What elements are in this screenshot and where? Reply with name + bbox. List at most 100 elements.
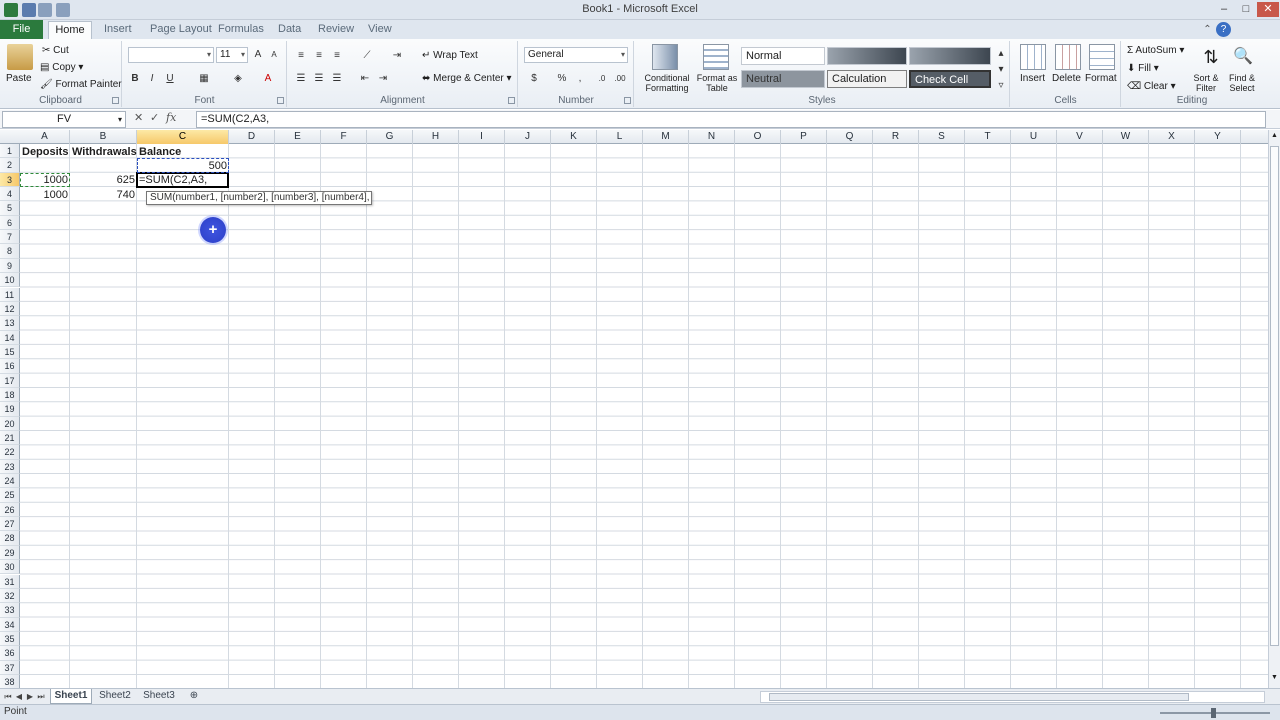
row-header-7[interactable]: 7 [0, 230, 20, 245]
bold-button[interactable]: B [128, 72, 142, 86]
next-sheet-icon[interactable]: ▶ [25, 691, 35, 703]
column-header-k[interactable]: K [551, 130, 597, 144]
column-header-c[interactable]: C [137, 130, 229, 144]
align-center-icon[interactable]: ☰ [312, 72, 326, 86]
column-header-e[interactable]: E [275, 130, 321, 144]
font-dialog-launcher[interactable] [277, 97, 284, 104]
tab-home[interactable]: Home [48, 21, 92, 39]
close-button[interactable]: ✕ [1257, 2, 1279, 17]
row-header-11[interactable]: 11 [0, 287, 20, 302]
minimize-ribbon-icon[interactable]: ⌃ [1200, 22, 1215, 37]
sheet-tab-2[interactable]: Sheet2 [94, 689, 136, 704]
style-neutral[interactable]: Neutral [741, 70, 825, 88]
percent-button[interactable]: % [555, 72, 569, 86]
insert-cells-button[interactable]: Insert [1020, 73, 1045, 84]
row-header-13[interactable]: 13 [0, 316, 20, 331]
tab-page-layout[interactable]: Page Layout [150, 20, 212, 39]
font-color-icon[interactable]: A [261, 72, 275, 86]
column-header-q[interactable]: Q [827, 130, 873, 144]
column-header-m[interactable]: M [643, 130, 689, 144]
horizontal-scrollbar[interactable] [760, 691, 1265, 703]
style-check-cell[interactable]: Check Cell [909, 70, 991, 88]
insert-function-icon[interactable]: fx [166, 111, 176, 124]
row-header-28[interactable]: 28 [0, 531, 20, 546]
maximize-button[interactable]: □ [1235, 2, 1257, 17]
font-name-select[interactable]: ▾ [128, 47, 214, 63]
tab-insert[interactable]: Insert [104, 20, 132, 39]
minimize-button[interactable]: – [1213, 2, 1235, 17]
column-header-w[interactable]: W [1103, 130, 1149, 144]
row-header-34[interactable]: 34 [0, 617, 20, 632]
scroll-down-icon[interactable]: ▼ [1270, 674, 1279, 684]
alignment-dialog-launcher[interactable] [508, 97, 515, 104]
column-header-o[interactable]: O [735, 130, 781, 144]
row-header-16[interactable]: 16 [0, 359, 20, 374]
tab-formulas[interactable]: Formulas [218, 20, 264, 39]
row-header-10[interactable]: 10 [0, 273, 20, 288]
format-as-table-icon[interactable] [703, 44, 729, 70]
column-header-v[interactable]: V [1057, 130, 1103, 144]
cell-b4[interactable]: 740 [70, 188, 135, 202]
style-swatch-2[interactable] [909, 47, 991, 65]
row-header-25[interactable]: 25 [0, 488, 20, 503]
styles-more-icon[interactable]: ▿ [994, 79, 1008, 93]
new-sheet-icon[interactable]: ⊕ [184, 689, 204, 704]
last-sheet-icon[interactable]: ⏭ [36, 691, 46, 703]
conditional-formatting-button[interactable]: Conditional Formatting [639, 73, 695, 93]
format-cells-button[interactable]: Format [1085, 73, 1117, 84]
column-header-h[interactable]: H [413, 130, 459, 144]
first-sheet-icon[interactable]: ⏮ [3, 691, 13, 703]
enter-icon[interactable]: ✓ [150, 111, 159, 124]
column-header-l[interactable]: L [597, 130, 643, 144]
styles-scroll-down-icon[interactable]: ▾ [994, 63, 1008, 77]
row-header-30[interactable]: 30 [0, 560, 20, 575]
number-dialog-launcher[interactable] [624, 97, 631, 104]
column-header-a[interactable]: A [20, 130, 70, 144]
column-header-u[interactable]: U [1011, 130, 1057, 144]
align-right-icon[interactable]: ☰ [330, 72, 344, 86]
wrap-text-button[interactable]: ↵ Wrap Text [422, 50, 478, 61]
orientation-icon[interactable]: ⟋ [360, 49, 374, 63]
vertical-scrollbar[interactable]: ▲ ▼ [1268, 130, 1280, 688]
horizontal-scroll-thumb[interactable] [769, 693, 1189, 701]
tab-file[interactable]: File [0, 20, 43, 39]
increase-indent-icon[interactable]: ⇥ [376, 72, 390, 86]
row-header-2[interactable]: 2 [0, 158, 20, 173]
column-header-d[interactable]: D [229, 130, 275, 144]
row-header-4[interactable]: 4 [0, 187, 20, 202]
column-header-p[interactable]: P [781, 130, 827, 144]
row-header-3[interactable]: 3 [0, 172, 20, 188]
formula-input[interactable]: =SUM(C2,A3, [196, 111, 1266, 128]
column-header-s[interactable]: S [919, 130, 965, 144]
clipboard-dialog-launcher[interactable] [112, 97, 119, 104]
column-header-n[interactable]: N [689, 130, 735, 144]
prev-sheet-icon[interactable]: ◀ [14, 691, 24, 703]
row-header-31[interactable]: 31 [0, 574, 20, 589]
styles-scroll-up-icon[interactable]: ▴ [994, 47, 1008, 61]
grow-font-icon[interactable]: A [251, 48, 265, 62]
tab-review[interactable]: Review [318, 20, 354, 39]
column-header-r[interactable]: R [873, 130, 919, 144]
name-box[interactable]: FV ▾ [2, 111, 126, 128]
binoculars-icon[interactable]: 🔍 [1230, 44, 1256, 70]
format-cells-icon[interactable] [1089, 44, 1115, 70]
autosum-button[interactable]: Σ AutoSum ▾ [1127, 45, 1184, 56]
format-as-table-button[interactable]: Format as Table [695, 73, 739, 93]
row-header-9[interactable]: 9 [0, 258, 20, 274]
help-icon[interactable]: ? [1216, 22, 1231, 37]
cut-button[interactable]: ✂ Cut [42, 45, 69, 56]
row-header-36[interactable]: 36 [0, 646, 20, 661]
vertical-scroll-thumb[interactable] [1270, 146, 1279, 646]
column-header-f[interactable]: F [321, 130, 367, 144]
style-swatch-1[interactable] [827, 47, 907, 65]
delete-cells-icon[interactable] [1055, 44, 1081, 70]
function-tooltip[interactable]: SUM(number1, [number2], [number3], [numb… [146, 191, 372, 205]
paste-icon[interactable] [7, 44, 33, 70]
column-header-j[interactable]: J [505, 130, 551, 144]
row-header-23[interactable]: 23 [0, 459, 20, 475]
currency-button[interactable]: $ [527, 72, 541, 86]
row-header-19[interactable]: 19 [0, 402, 20, 417]
row-header-6[interactable]: 6 [0, 215, 20, 231]
copy-button[interactable]: ▤ Copy ▾ [40, 62, 83, 73]
row-header-27[interactable]: 27 [0, 517, 20, 532]
